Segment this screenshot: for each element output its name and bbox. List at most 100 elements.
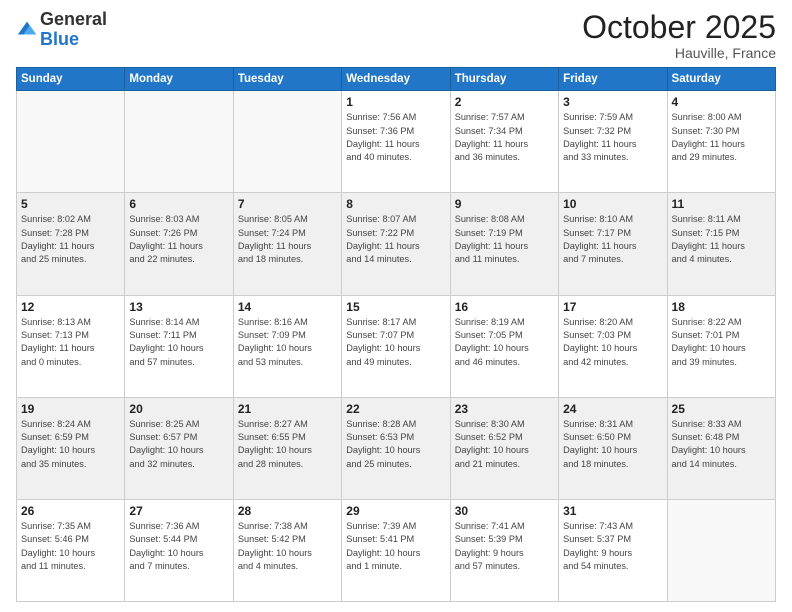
calendar-day: 31Sunrise: 7:43 AM Sunset: 5:37 PM Dayli…	[559, 499, 667, 601]
calendar-week-1: 1 Sunrise: 7:56 AM Sunset: 7:36 PM Daylig…	[17, 91, 776, 193]
calendar-week-4: 19 Sunrise: 8:24 AM Sunset: 6:59 PM Dayli…	[17, 397, 776, 499]
day-number: 30	[455, 504, 554, 518]
day-info: Sunrise: 7:59 AM Sunset: 7:32 PM Dayligh…	[563, 111, 662, 164]
header: General Blue October 2025 Hauville, Fran…	[16, 10, 776, 61]
location: Hauville, France	[582, 45, 776, 61]
logo-blue-text: Blue	[40, 30, 107, 50]
day-number: 5	[21, 197, 120, 211]
calendar-header-monday: Monday	[125, 68, 233, 91]
calendar-day: 6Sunrise: 8:03 AM Sunset: 7:26 PM Daylig…	[125, 193, 233, 295]
calendar-day: 7Sunrise: 8:05 AM Sunset: 7:24 PM Daylig…	[233, 193, 341, 295]
day-info: Sunrise: 8:14 AM Sunset: 7:11 PM Dayligh…	[129, 316, 228, 369]
day-info: Sunrise: 8:28 AM Sunset: 6:53 PM Dayligh…	[346, 418, 445, 471]
calendar-day: 29 Sunrise: 7:39 AM Sunset: 5:41 PM Dayli…	[342, 499, 450, 601]
day-number: 4	[672, 95, 771, 109]
calendar-day: 9 Sunrise: 8:08 AM Sunset: 7:19 PM Daylig…	[450, 193, 558, 295]
day-number: 20	[129, 402, 228, 416]
calendar-day: 10 Sunrise: 8:10 AM Sunset: 7:17 PM Dayli…	[559, 193, 667, 295]
day-info: Sunrise: 8:02 AM Sunset: 7:28 PM Dayligh…	[21, 213, 120, 266]
day-number: 14	[238, 300, 337, 314]
day-number: 23	[455, 402, 554, 416]
calendar-day: 20Sunrise: 8:25 AM Sunset: 6:57 PM Dayli…	[125, 397, 233, 499]
calendar-day: 19 Sunrise: 8:24 AM Sunset: 6:59 PM Dayli…	[17, 397, 125, 499]
calendar-day	[125, 91, 233, 193]
day-info: Sunrise: 8:27 AM Sunset: 6:55 PM Dayligh…	[238, 418, 337, 471]
calendar-day: 25 Sunrise: 8:33 AM Sunset: 6:48 PM Dayli…	[667, 397, 775, 499]
day-info: Sunrise: 8:08 AM Sunset: 7:19 PM Dayligh…	[455, 213, 554, 266]
title-block: October 2025 Hauville, France	[582, 10, 776, 61]
calendar-day: 27 Sunrise: 7:36 AM Sunset: 5:44 PM Dayli…	[125, 499, 233, 601]
day-info: Sunrise: 8:24 AM Sunset: 6:59 PM Dayligh…	[21, 418, 120, 471]
calendar-day: 4 Sunrise: 8:00 AM Sunset: 7:30 PM Daylig…	[667, 91, 775, 193]
day-info: Sunrise: 7:39 AM Sunset: 5:41 PM Dayligh…	[346, 520, 445, 573]
calendar-day: 5 Sunrise: 8:02 AM Sunset: 7:28 PM Daylig…	[17, 193, 125, 295]
calendar-day: 18 Sunrise: 8:22 AM Sunset: 7:01 PM Dayli…	[667, 295, 775, 397]
day-info: Sunrise: 8:20 AM Sunset: 7:03 PM Dayligh…	[563, 316, 662, 369]
day-number: 13	[129, 300, 228, 314]
calendar-day: 3 Sunrise: 7:59 AM Sunset: 7:32 PM Daylig…	[559, 91, 667, 193]
calendar-day: 2 Sunrise: 7:57 AM Sunset: 7:34 PM Daylig…	[450, 91, 558, 193]
day-info: Sunrise: 7:56 AM Sunset: 7:36 PM Dayligh…	[346, 111, 445, 164]
calendar-day: 24 Sunrise: 8:31 AM Sunset: 6:50 PM Dayli…	[559, 397, 667, 499]
calendar-week-3: 12 Sunrise: 8:13 AM Sunset: 7:13 PM Dayli…	[17, 295, 776, 397]
day-number: 19	[21, 402, 120, 416]
day-info: Sunrise: 8:30 AM Sunset: 6:52 PM Dayligh…	[455, 418, 554, 471]
calendar-header-thursday: Thursday	[450, 68, 558, 91]
day-number: 27	[129, 504, 228, 518]
day-info: Sunrise: 8:13 AM Sunset: 7:13 PM Dayligh…	[21, 316, 120, 369]
calendar-day	[17, 91, 125, 193]
page: General Blue October 2025 Hauville, Fran…	[0, 0, 792, 612]
day-number: 17	[563, 300, 662, 314]
day-info: Sunrise: 8:03 AM Sunset: 7:26 PM Dayligh…	[129, 213, 228, 266]
day-info: Sunrise: 8:00 AM Sunset: 7:30 PM Dayligh…	[672, 111, 771, 164]
calendar-day: 1 Sunrise: 7:56 AM Sunset: 7:36 PM Daylig…	[342, 91, 450, 193]
day-number: 10	[563, 197, 662, 211]
day-number: 25	[672, 402, 771, 416]
calendar-day: 14 Sunrise: 8:16 AM Sunset: 7:09 PM Dayli…	[233, 295, 341, 397]
day-number: 16	[455, 300, 554, 314]
day-number: 8	[346, 197, 445, 211]
calendar-day	[667, 499, 775, 601]
day-number: 11	[672, 197, 771, 211]
day-number: 9	[455, 197, 554, 211]
day-number: 3	[563, 95, 662, 109]
day-number: 7	[238, 197, 337, 211]
calendar-header-row: SundayMondayTuesdayWednesdayThursdayFrid…	[17, 68, 776, 91]
day-info: Sunrise: 8:10 AM Sunset: 7:17 PM Dayligh…	[563, 213, 662, 266]
day-info: Sunrise: 7:38 AM Sunset: 5:42 PM Dayligh…	[238, 520, 337, 573]
calendar-header-wednesday: Wednesday	[342, 68, 450, 91]
calendar-day: 28 Sunrise: 7:38 AM Sunset: 5:42 PM Dayli…	[233, 499, 341, 601]
day-info: Sunrise: 8:19 AM Sunset: 7:05 PM Dayligh…	[455, 316, 554, 369]
day-info: Sunrise: 8:07 AM Sunset: 7:22 PM Dayligh…	[346, 213, 445, 266]
calendar-week-2: 5 Sunrise: 8:02 AM Sunset: 7:28 PM Daylig…	[17, 193, 776, 295]
calendar-day: 21Sunrise: 8:27 AM Sunset: 6:55 PM Dayli…	[233, 397, 341, 499]
day-number: 2	[455, 95, 554, 109]
day-number: 26	[21, 504, 120, 518]
logo: General Blue	[16, 10, 107, 50]
calendar-day: 30Sunrise: 7:41 AM Sunset: 5:39 PM Dayli…	[450, 499, 558, 601]
calendar-header-friday: Friday	[559, 68, 667, 91]
day-number: 1	[346, 95, 445, 109]
month-title: October 2025	[582, 10, 776, 45]
day-number: 28	[238, 504, 337, 518]
day-info: Sunrise: 8:16 AM Sunset: 7:09 PM Dayligh…	[238, 316, 337, 369]
day-number: 29	[346, 504, 445, 518]
day-info: Sunrise: 8:31 AM Sunset: 6:50 PM Dayligh…	[563, 418, 662, 471]
day-info: Sunrise: 7:36 AM Sunset: 5:44 PM Dayligh…	[129, 520, 228, 573]
day-number: 15	[346, 300, 445, 314]
calendar-day: 13 Sunrise: 8:14 AM Sunset: 7:11 PM Dayli…	[125, 295, 233, 397]
calendar-day: 11Sunrise: 8:11 AM Sunset: 7:15 PM Dayli…	[667, 193, 775, 295]
logo-icon	[16, 18, 38, 40]
day-info: Sunrise: 8:22 AM Sunset: 7:01 PM Dayligh…	[672, 316, 771, 369]
calendar-day: 17 Sunrise: 8:20 AM Sunset: 7:03 PM Dayli…	[559, 295, 667, 397]
calendar-header-sunday: Sunday	[17, 68, 125, 91]
day-info: Sunrise: 7:57 AM Sunset: 7:34 PM Dayligh…	[455, 111, 554, 164]
day-number: 12	[21, 300, 120, 314]
calendar-day: 15Sunrise: 8:17 AM Sunset: 7:07 PM Dayli…	[342, 295, 450, 397]
day-number: 24	[563, 402, 662, 416]
day-info: Sunrise: 7:43 AM Sunset: 5:37 PM Dayligh…	[563, 520, 662, 573]
day-info: Sunrise: 7:35 AM Sunset: 5:46 PM Dayligh…	[21, 520, 120, 573]
calendar-day: 22Sunrise: 8:28 AM Sunset: 6:53 PM Dayli…	[342, 397, 450, 499]
day-number: 18	[672, 300, 771, 314]
day-info: Sunrise: 8:33 AM Sunset: 6:48 PM Dayligh…	[672, 418, 771, 471]
